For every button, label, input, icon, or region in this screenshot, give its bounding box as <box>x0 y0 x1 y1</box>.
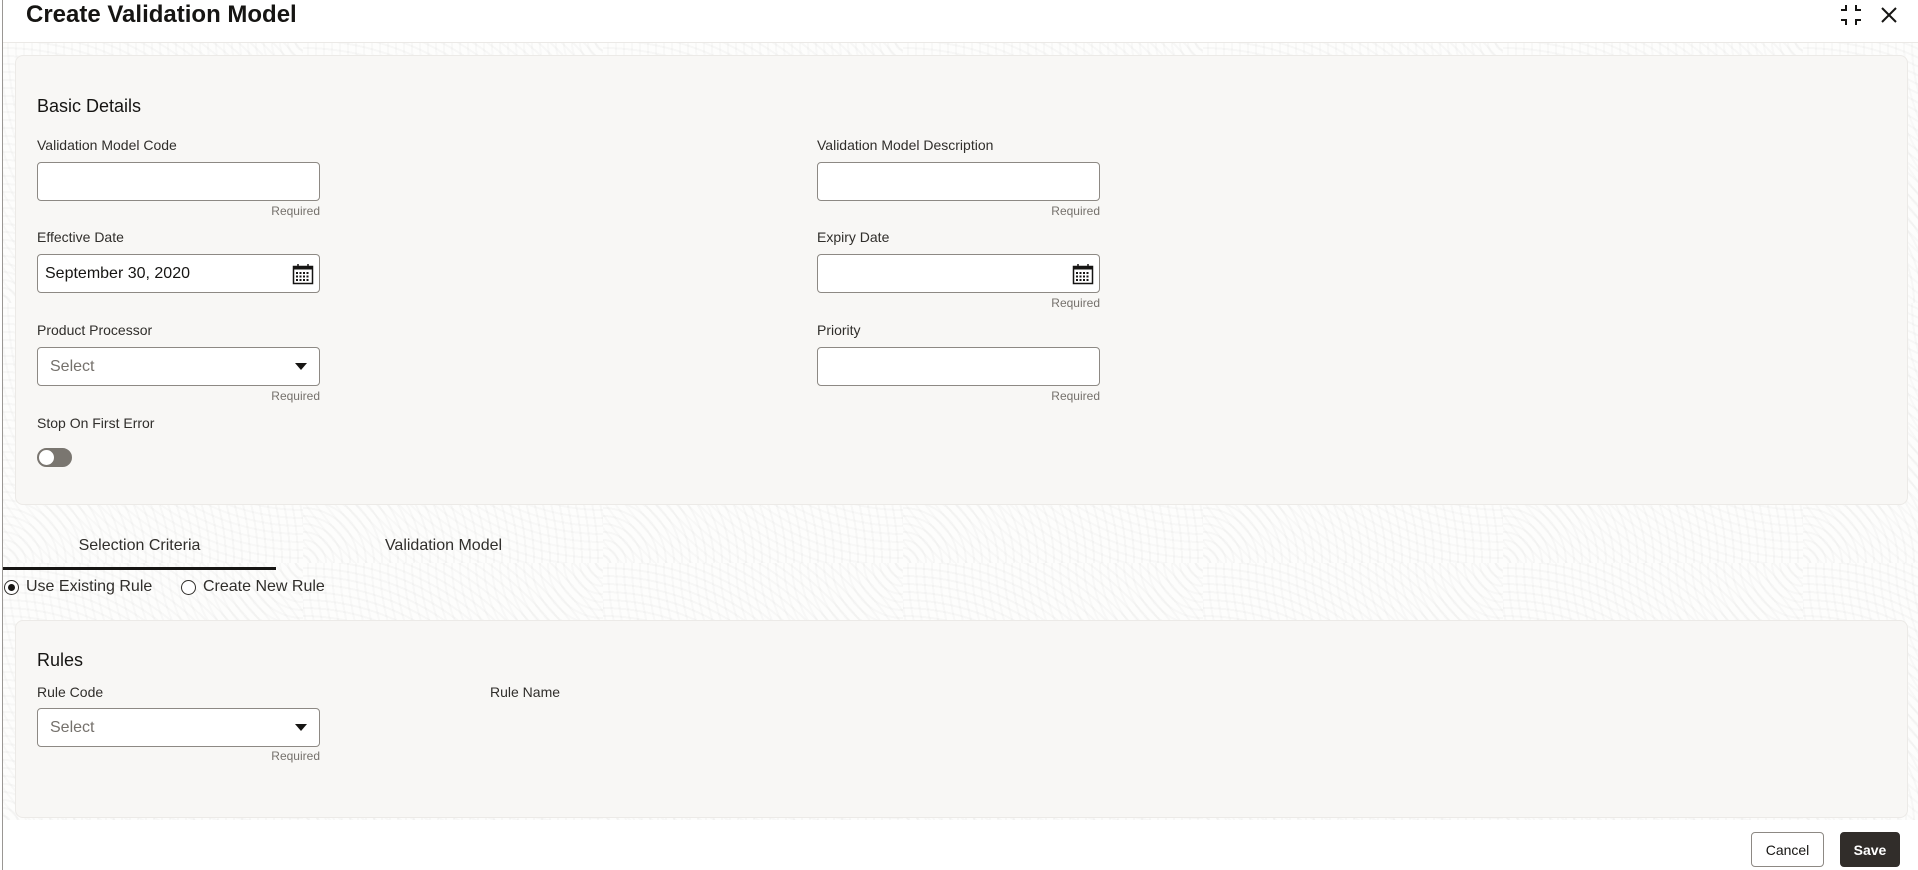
dialog-header: Create Validation Model <box>0 0 1918 42</box>
stop-on-first-error-toggle[interactable] <box>37 448 72 467</box>
dialog-border <box>2 0 3 870</box>
close-icon[interactable] <box>1876 2 1902 28</box>
radio-checked-icon <box>4 579 19 595</box>
calendar-icon[interactable] <box>1072 263 1094 285</box>
create-new-rule-radio[interactable]: Create New Rule <box>181 578 325 596</box>
active-tab-indicator <box>3 567 276 570</box>
validation-model-description-required: Required <box>1051 204 1100 218</box>
priority-input[interactable] <box>817 347 1100 386</box>
use-existing-rule-radio[interactable]: Use Existing Rule <box>4 578 152 596</box>
tab-validation-model[interactable]: Validation Model <box>346 537 541 555</box>
validation-model-description-input[interactable] <box>817 162 1100 201</box>
rule-name-label: Rule Name <box>490 684 561 700</box>
product-processor-select[interactable]: Select <box>37 347 320 386</box>
rule-code-select[interactable]: Select <box>37 708 320 747</box>
expiry-date-required: Required <box>1051 296 1100 310</box>
chevron-down-icon <box>295 724 307 731</box>
rule-code-required: Required <box>271 749 320 763</box>
calendar-icon[interactable] <box>292 263 314 285</box>
validation-model-description-label: Validation Model Description <box>817 137 994 153</box>
page-title: Create Validation Model <box>26 1 297 28</box>
priority-required: Required <box>1051 389 1100 403</box>
radio-unchecked-icon <box>181 579 196 595</box>
create-new-rule-label: Create New Rule <box>203 578 325 595</box>
tab-selection-criteria[interactable]: Selection Criteria <box>3 537 276 555</box>
product-processor-label: Product Processor <box>37 322 153 338</box>
priority-label: Priority <box>817 322 861 338</box>
effective-date-label: Effective Date <box>37 229 124 245</box>
cancel-button[interactable]: Cancel <box>1751 832 1824 867</box>
validation-model-code-label: Validation Model Code <box>37 137 177 153</box>
rules-title: Rules <box>37 650 84 670</box>
use-existing-rule-label: Use Existing Rule <box>26 578 153 595</box>
validation-model-code-required: Required <box>271 204 320 218</box>
toggle-knob <box>39 450 54 465</box>
effective-date-input[interactable]: September 30, 2020 <box>37 254 320 293</box>
basic-details-title: Basic Details <box>37 96 142 116</box>
save-button[interactable]: Save <box>1840 832 1900 867</box>
collapse-icon[interactable] <box>1838 2 1864 28</box>
chevron-down-icon <box>295 363 307 370</box>
expiry-date-label: Expiry Date <box>817 229 890 245</box>
product-processor-required: Required <box>271 389 320 403</box>
stop-on-first-error-label: Stop On First Error <box>37 415 155 431</box>
rule-code-label: Rule Code <box>37 684 104 700</box>
expiry-date-input[interactable] <box>817 254 1100 293</box>
validation-model-code-input[interactable] <box>37 162 320 201</box>
